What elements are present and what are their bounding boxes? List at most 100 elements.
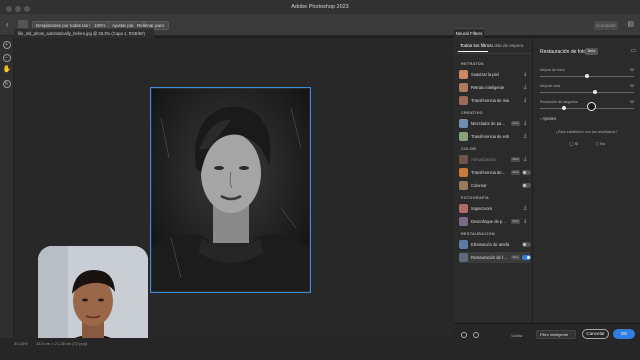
filter-row[interactable]: Armonización Beta ⤓: [459, 154, 530, 165]
filter-label: Transferencia de estilo: [471, 134, 509, 139]
filter-label: Superzoom: [471, 206, 492, 211]
filter-row[interactable]: Eliminación de artefacto…: [459, 239, 531, 250]
adjustments-section[interactable]: › Ajustes: [540, 116, 556, 121]
filter-thumbnail: [459, 204, 468, 213]
filter-toggle[interactable]: [522, 183, 531, 188]
canvas-area[interactable]: [14, 38, 454, 360]
feedback-question: ¿Está satisfecho con los resultados?: [555, 130, 618, 134]
thumbs-up-button[interactable]: ◯ Sí: [569, 141, 586, 146]
title-bar: Adobe Photoshop 2023: [0, 0, 640, 14]
tab-neural-filters[interactable]: Neural Filters: [454, 28, 484, 38]
zoom-tool-icon[interactable]: +: [2, 41, 11, 49]
download-icon[interactable]: ⤓: [524, 120, 526, 126]
mouse-cursor-icon: [587, 102, 596, 111]
workspace-icon[interactable]: ▤: [627, 20, 634, 28]
rotate-tool-icon[interactable]: ↻: [2, 80, 11, 88]
category-restauracion: RESTAURACIÓN: [461, 232, 495, 236]
preview-toggle-icon[interactable]: [461, 332, 467, 338]
filter-thumbnail: [459, 217, 468, 226]
slider-label-face-enhancement: Mejorar cara: [540, 84, 561, 88]
download-icon[interactable]: ⤓: [524, 84, 526, 90]
filter-row[interactable]: Mezclador de pa… Beta ⤓: [459, 118, 530, 129]
tools-panel: + − ✋ ↻: [0, 36, 14, 346]
filter-label: Restauración de f…: [471, 255, 508, 260]
filter-thumbnail: [459, 155, 468, 164]
filter-label: Transferencia de maquill…: [471, 98, 509, 103]
filter-row-photo-restoration[interactable]: Restauración de f… Beta: [459, 252, 531, 263]
filter-row[interactable]: Suavizar la piel ⤓: [459, 69, 530, 80]
home-icon[interactable]: ‹: [6, 20, 9, 29]
filter-toggle[interactable]: [522, 255, 531, 260]
slider-value-face-enhancement[interactable]: 50: [630, 84, 634, 88]
slider-face-enhancement[interactable]: [540, 90, 634, 94]
slider-knob[interactable]: [592, 90, 597, 94]
filter-label: Suavizar la piel: [471, 72, 499, 77]
zoom-out-tool-icon[interactable]: −: [2, 54, 11, 62]
slider-value-photo-enhancement[interactable]: 50: [630, 68, 634, 72]
filter-label: Desenfoque de p…: [471, 219, 507, 224]
beta-badge: Beta: [511, 255, 520, 260]
slider-knob[interactable]: [562, 106, 567, 110]
adjustments-label: Ajustes: [542, 116, 557, 121]
feedback-options: ◯ Sí ◻ No: [569, 141, 621, 146]
document-image[interactable]: [150, 87, 311, 293]
filter-row[interactable]: Transferencia de estilo ⤓: [459, 131, 530, 142]
thumbs-down-button[interactable]: ◻ No: [596, 141, 614, 146]
layer-preview-icon[interactable]: [473, 332, 479, 338]
category-color: COLOR: [461, 147, 477, 151]
filter-row[interactable]: Colorear: [459, 180, 531, 191]
ok-button[interactable]: OK: [613, 329, 635, 339]
filter-thumbnail: [459, 70, 468, 79]
tab-all-filters[interactable]: Todos los filtros: [460, 43, 492, 48]
slider-label-photo-enhancement: Mejora de fotos: [540, 68, 565, 72]
document-dimensions: 16,8 cm × 21,38 cm (72 ppp): [36, 341, 88, 346]
download-icon[interactable]: ⤓: [524, 205, 526, 211]
zoom-level[interactable]: 33.33%: [14, 341, 28, 346]
active-tab-underline: [458, 51, 488, 52]
download-icon[interactable]: ⤓: [524, 71, 526, 77]
download-icon[interactable]: ⤓: [524, 97, 526, 103]
category-fotografia: FOTOGRAFÍA: [461, 196, 490, 200]
filter-label: Colorear: [471, 183, 487, 188]
filter-toggle[interactable]: [522, 242, 531, 247]
filter-thumbnail: [459, 240, 468, 249]
slider-knob[interactable]: [585, 74, 589, 78]
filter-label: Mezclador de pa…: [471, 121, 506, 126]
filter-thumbnail: [459, 96, 468, 105]
filter-thumbnail: [459, 83, 468, 92]
filter-row[interactable]: Transferencia de maquill… ⤓: [459, 95, 530, 106]
filter-thumbnail: [459, 168, 468, 177]
filter-row[interactable]: Desenfoque de p… Beta ⤓: [459, 216, 530, 227]
slider-label-scratch-reduction: Reducción de rasguños: [540, 100, 578, 104]
filter-toggle[interactable]: [522, 170, 531, 175]
no-label: No: [599, 141, 606, 146]
filter-footer: Salida Filtro inteligente Cancelar OK: [454, 323, 640, 360]
filter-title: Restauración de fotos: [540, 49, 589, 55]
slider-value-scratch-reduction[interactable]: 30: [630, 100, 634, 104]
download-icon[interactable]: ⤓: [524, 218, 526, 224]
neural-filters-list: Todos los filtros Lista de espera RETRAT…: [454, 38, 533, 343]
filter-label: Eliminación de artefacto…: [471, 242, 509, 247]
tab-wait-list[interactable]: Lista de espera: [492, 43, 523, 48]
slider-photo-enhancement[interactable]: [540, 74, 634, 78]
filter-row[interactable]: Transferencia de… Beta: [459, 167, 531, 178]
download-icon[interactable]: ⤓: [524, 156, 526, 162]
filter-row[interactable]: Superzoom ⤓: [459, 203, 530, 214]
document-tab[interactable]: file_old_photo_automatically_before.jpg …: [14, 28, 154, 38]
cancel-button[interactable]: Cancelar: [582, 329, 609, 339]
filter-label: Transferencia de…: [471, 170, 506, 175]
window-title: Adobe Photoshop 2023: [291, 4, 349, 10]
hand-tool-icon[interactable]: ✋: [3, 66, 12, 75]
filter-label: Armonización: [471, 157, 496, 162]
output-select[interactable]: Filtro inteligente: [536, 330, 576, 339]
beta-badge: Beta: [585, 48, 598, 55]
download-icon[interactable]: ⤓: [524, 133, 526, 139]
category-retratos: RETRATOS: [461, 62, 484, 66]
share-button[interactable]: Compartir: [594, 21, 618, 30]
filters-tabs: Todos los filtros Lista de espera: [454, 38, 532, 54]
compare-layers-icon[interactable]: ▭: [630, 47, 636, 54]
filter-row[interactable]: Retrato inteligente ⤓: [459, 82, 530, 93]
category-creativo: CREATIVO: [461, 111, 483, 115]
beta-badge: Beta: [511, 157, 520, 162]
beta-badge: Beta: [511, 219, 520, 224]
